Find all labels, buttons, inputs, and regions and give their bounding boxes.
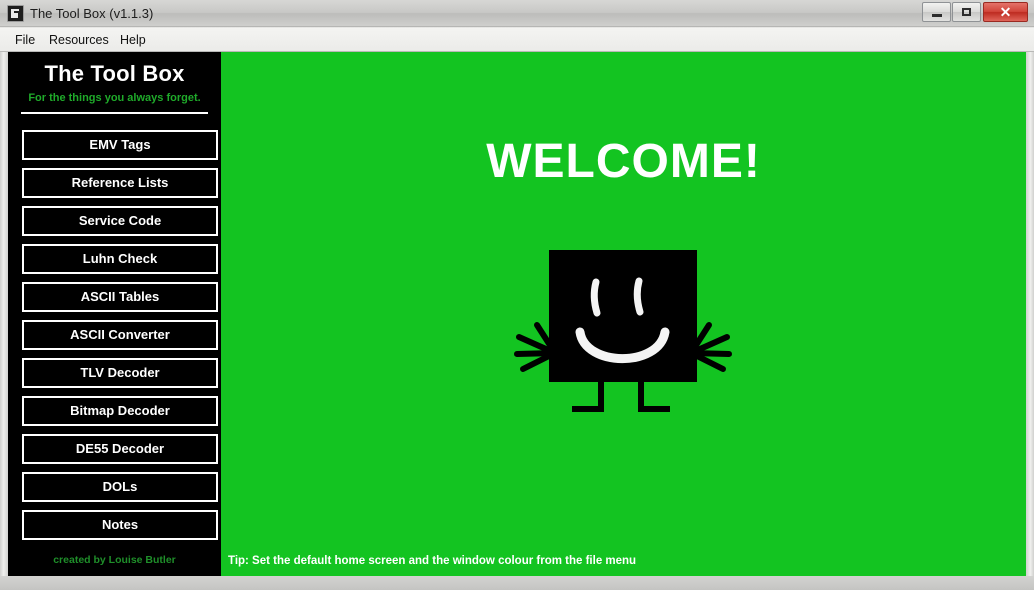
close-button[interactable]: ✕ <box>983 2 1028 22</box>
smiling-toolbox-mascot-icon <box>493 237 753 432</box>
title-bar: The Tool Box (v1.1.3) ✕ <box>0 0 1034 27</box>
nav-service-code[interactable]: Service Code <box>22 206 218 236</box>
window-bottom-border <box>0 576 1034 590</box>
nav-ascii-tables[interactable]: ASCII Tables <box>22 282 218 312</box>
brand-title: The Tool Box <box>44 61 185 86</box>
nav-dols[interactable]: DOLs <box>22 472 218 502</box>
main-content: WELCOME! Tip: Set the default home scree… <box>221 52 1026 576</box>
brand-divider <box>21 112 208 114</box>
maximize-button[interactable] <box>952 2 981 22</box>
toolbox-app-icon <box>7 5 24 22</box>
nav-bitmap-decoder[interactable]: Bitmap Decoder <box>22 396 218 426</box>
tip-text: Tip: Set the default home screen and the… <box>228 555 637 567</box>
maximize-icon <box>953 3 980 21</box>
client-area: The Tool Box For the things you always f… <box>8 52 1026 576</box>
welcome-heading: WELCOME! <box>486 135 761 188</box>
nav-de55-decoder[interactable]: DE55 Decoder <box>22 434 218 464</box>
window-left-border <box>0 52 8 576</box>
nav-ascii-converter[interactable]: ASCII Converter <box>22 320 218 350</box>
nav-reference-lists[interactable]: Reference Lists <box>22 168 218 198</box>
menu-help[interactable]: Help <box>113 31 153 49</box>
credit-text: created by Louise Butler <box>53 554 176 566</box>
menu-bar: File Resources Help <box>0 28 1034 52</box>
nav-emv-tags[interactable]: EMV Tags <box>22 130 218 160</box>
window-right-border <box>1026 52 1034 576</box>
nav-tlv-decoder[interactable]: TLV Decoder <box>22 358 218 388</box>
minimize-button[interactable] <box>922 2 951 22</box>
nav-notes[interactable]: Notes <box>22 510 218 540</box>
application-window: The Tool Box (v1.1.3) ✕ File Resources H… <box>0 0 1034 590</box>
menu-file[interactable]: File <box>8 31 42 49</box>
menu-resources[interactable]: Resources <box>42 31 116 49</box>
nav-luhn-check[interactable]: Luhn Check <box>22 244 218 274</box>
window-title: The Tool Box (v1.1.3) <box>30 6 154 21</box>
sidebar: The Tool Box For the things you always f… <box>8 52 221 576</box>
brand-tagline: For the things you always forget. <box>28 92 201 104</box>
close-icon: ✕ <box>999 4 1012 20</box>
minimize-icon <box>923 3 950 21</box>
